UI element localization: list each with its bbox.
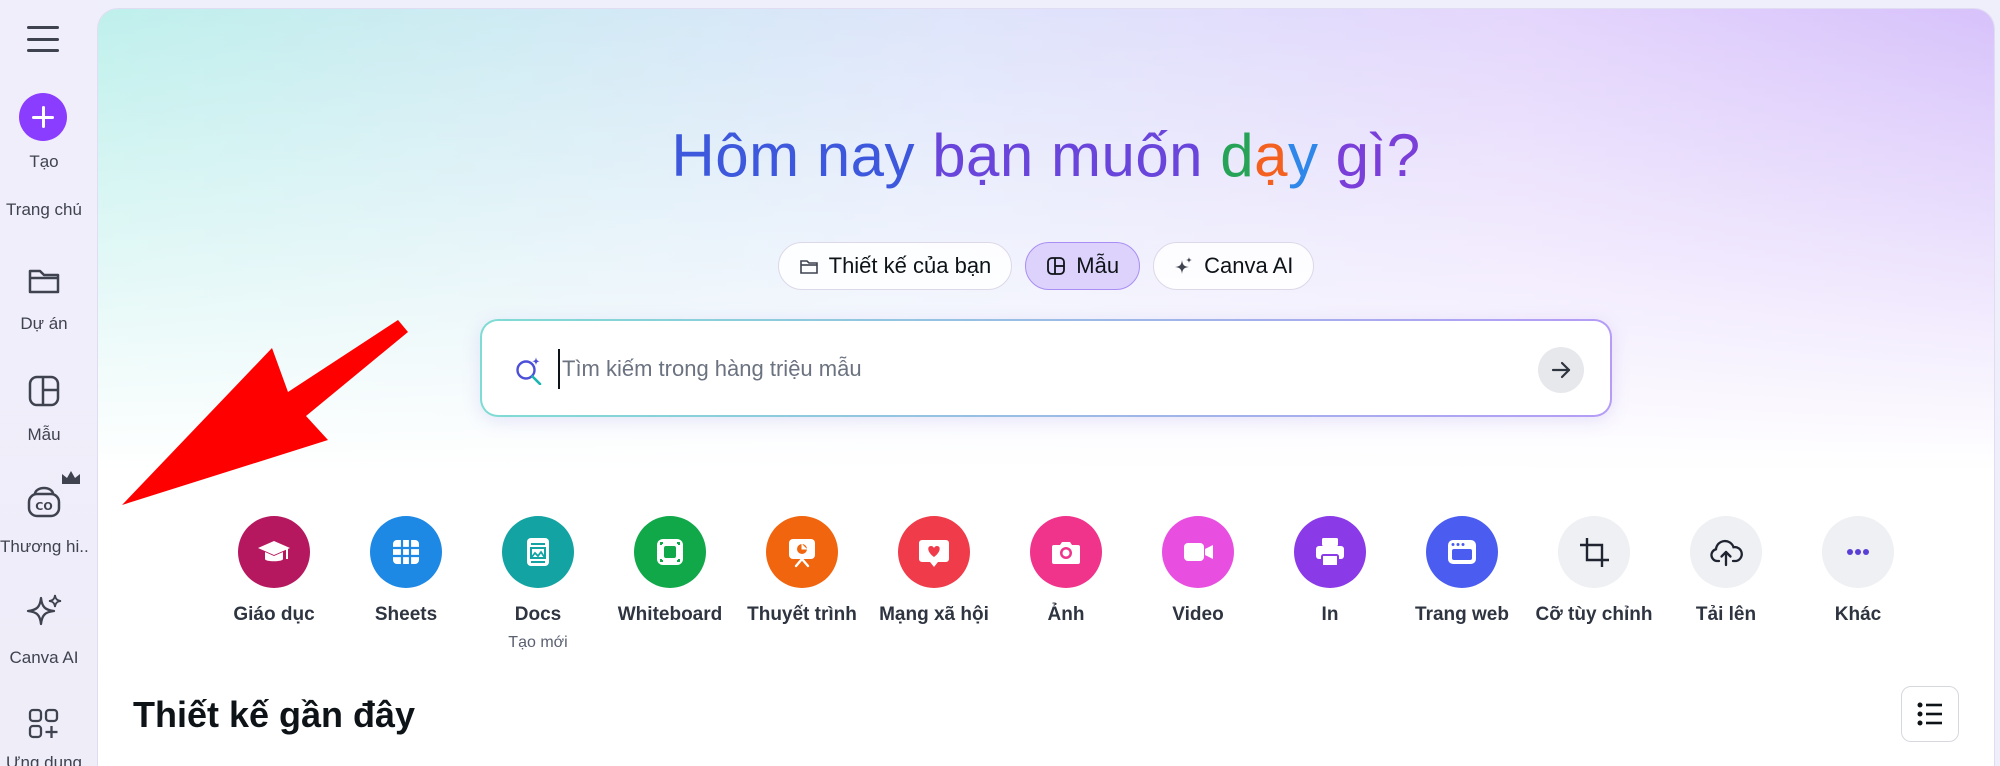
category-label: Khác [1834, 604, 1882, 625]
category-education[interactable]: Giáo dục [208, 516, 340, 626]
sidebar-item-canva-ai[interactable]: Canva AI [0, 648, 88, 668]
category-label: Sheets [374, 604, 438, 625]
category-photo-circle [1030, 516, 1102, 588]
category-website-circle [1426, 516, 1498, 588]
search-input[interactable] [558, 349, 1508, 389]
list-view-button[interactable] [1901, 686, 1959, 742]
crop-icon [1580, 538, 1609, 567]
create-label: Tạo [29, 152, 59, 171]
category-whiteboard[interactable]: Whiteboard [604, 516, 736, 626]
sidebar-item-templates[interactable]: Mẫu [0, 425, 88, 445]
create-button[interactable] [19, 93, 67, 141]
template-icon [28, 375, 60, 407]
category-video[interactable]: Video [1132, 516, 1264, 626]
category-label: Giáo dục [233, 604, 315, 625]
category-presentation[interactable]: Thuyết trình [736, 516, 868, 626]
category-label: Tải lên [1695, 604, 1757, 625]
category-presentation-circle [766, 516, 838, 588]
folder-icon [799, 260, 818, 274]
category-label: Docs [514, 604, 562, 625]
category-custom-size-circle [1558, 516, 1630, 588]
camera-icon [1052, 542, 1080, 564]
whiteboard-icon [657, 539, 683, 565]
crown-icon [62, 471, 80, 484]
category-label: In [1321, 604, 1339, 625]
category-sheets[interactable]: Sheets [340, 516, 472, 626]
category-photo[interactable]: Ảnh [1000, 516, 1132, 626]
category-education-circle [238, 516, 310, 588]
folder-icon [28, 269, 60, 294]
sidebar-item-home[interactable]: Trang chủ [0, 203, 88, 223]
sheet-icon [393, 540, 419, 564]
category-whiteboard-circle [634, 516, 706, 588]
category-label: Thuyết trình [747, 604, 857, 625]
tab-your-designs[interactable]: Thiết kế của bạn [777, 242, 1013, 290]
printer-icon [1316, 538, 1344, 567]
graduation-cap-icon [258, 541, 290, 562]
category-more[interactable]: Khác [1792, 516, 1924, 626]
category-label: Mạng xã hội [879, 604, 989, 625]
category-upload[interactable]: Tải lên [1660, 516, 1792, 626]
sidebar-item-projects[interactable]: Dự án [0, 314, 88, 334]
category-label: Trang web [1415, 604, 1509, 625]
heart-chat-icon [919, 540, 949, 567]
category-custom-size[interactable]: Cỡ tùy chỉnh [1528, 516, 1660, 626]
category-docs-circle [502, 516, 574, 588]
sidebar-item-brand[interactable]: Thương hi... [0, 537, 88, 557]
category-more-circle [1822, 516, 1894, 588]
category-video-circle [1162, 516, 1234, 588]
tab-templates[interactable]: Mẫu [1025, 242, 1141, 290]
category-social-media[interactable]: Mạng xã hội [868, 516, 1000, 626]
category-label: Whiteboard [617, 604, 723, 625]
doc-icon [527, 538, 549, 566]
website-icon [1448, 540, 1476, 564]
red-arrow-annotation [122, 320, 408, 505]
presentation-icon [789, 539, 815, 568]
brand-icon: CO [27, 486, 61, 518]
sparkle-icon [1175, 257, 1193, 274]
category-docs[interactable]: Docs Tạo mới [472, 516, 604, 652]
sparkle-icon [26, 594, 62, 626]
sidebar-item-apps[interactable]: Ứng dụng [0, 756, 88, 766]
sidebar: Tạo Trang chủ Dự án Mẫu CO Thương hi... … [0, 0, 98, 766]
category-shortcuts: Giáo dục Sheets Docs Tạo mới Whiteboard … [208, 516, 1978, 666]
page-title: Hôm nay bạn muốn dạy gì? [671, 122, 1421, 189]
search-submit-button[interactable] [1538, 347, 1584, 393]
tab-canva-ai[interactable]: Canva AI [1153, 242, 1315, 290]
category-label: Video [1172, 604, 1224, 625]
video-icon [1184, 543, 1213, 561]
list-icon [1917, 702, 1942, 726]
svg-text:CO: CO [35, 500, 52, 513]
recent-designs-heading: Thiết kế gần đây [133, 694, 416, 735]
category-social-circle [898, 516, 970, 588]
apps-icon [28, 708, 59, 739]
template-icon [1047, 257, 1066, 275]
menu-icon[interactable] [27, 26, 59, 52]
category-print[interactable]: In [1264, 516, 1396, 626]
search-bar [480, 319, 1612, 417]
search-tabs: Thiết kế của bạn Mẫu Canva AI [98, 242, 1994, 290]
category-label: Ảnh [1047, 604, 1085, 625]
category-label: Cỡ tùy chỉnh [1535, 604, 1653, 625]
category-sheets-circle [370, 516, 442, 588]
category-print-circle [1294, 516, 1366, 588]
category-upload-circle [1690, 516, 1762, 588]
more-icon [1847, 549, 1869, 555]
cloud-upload-icon [1710, 539, 1743, 567]
category-website[interactable]: Trang web [1396, 516, 1528, 626]
category-sublabel: Tạo mới [508, 634, 568, 651]
search-icon [516, 357, 542, 385]
arrow-right-icon [1551, 361, 1571, 379]
